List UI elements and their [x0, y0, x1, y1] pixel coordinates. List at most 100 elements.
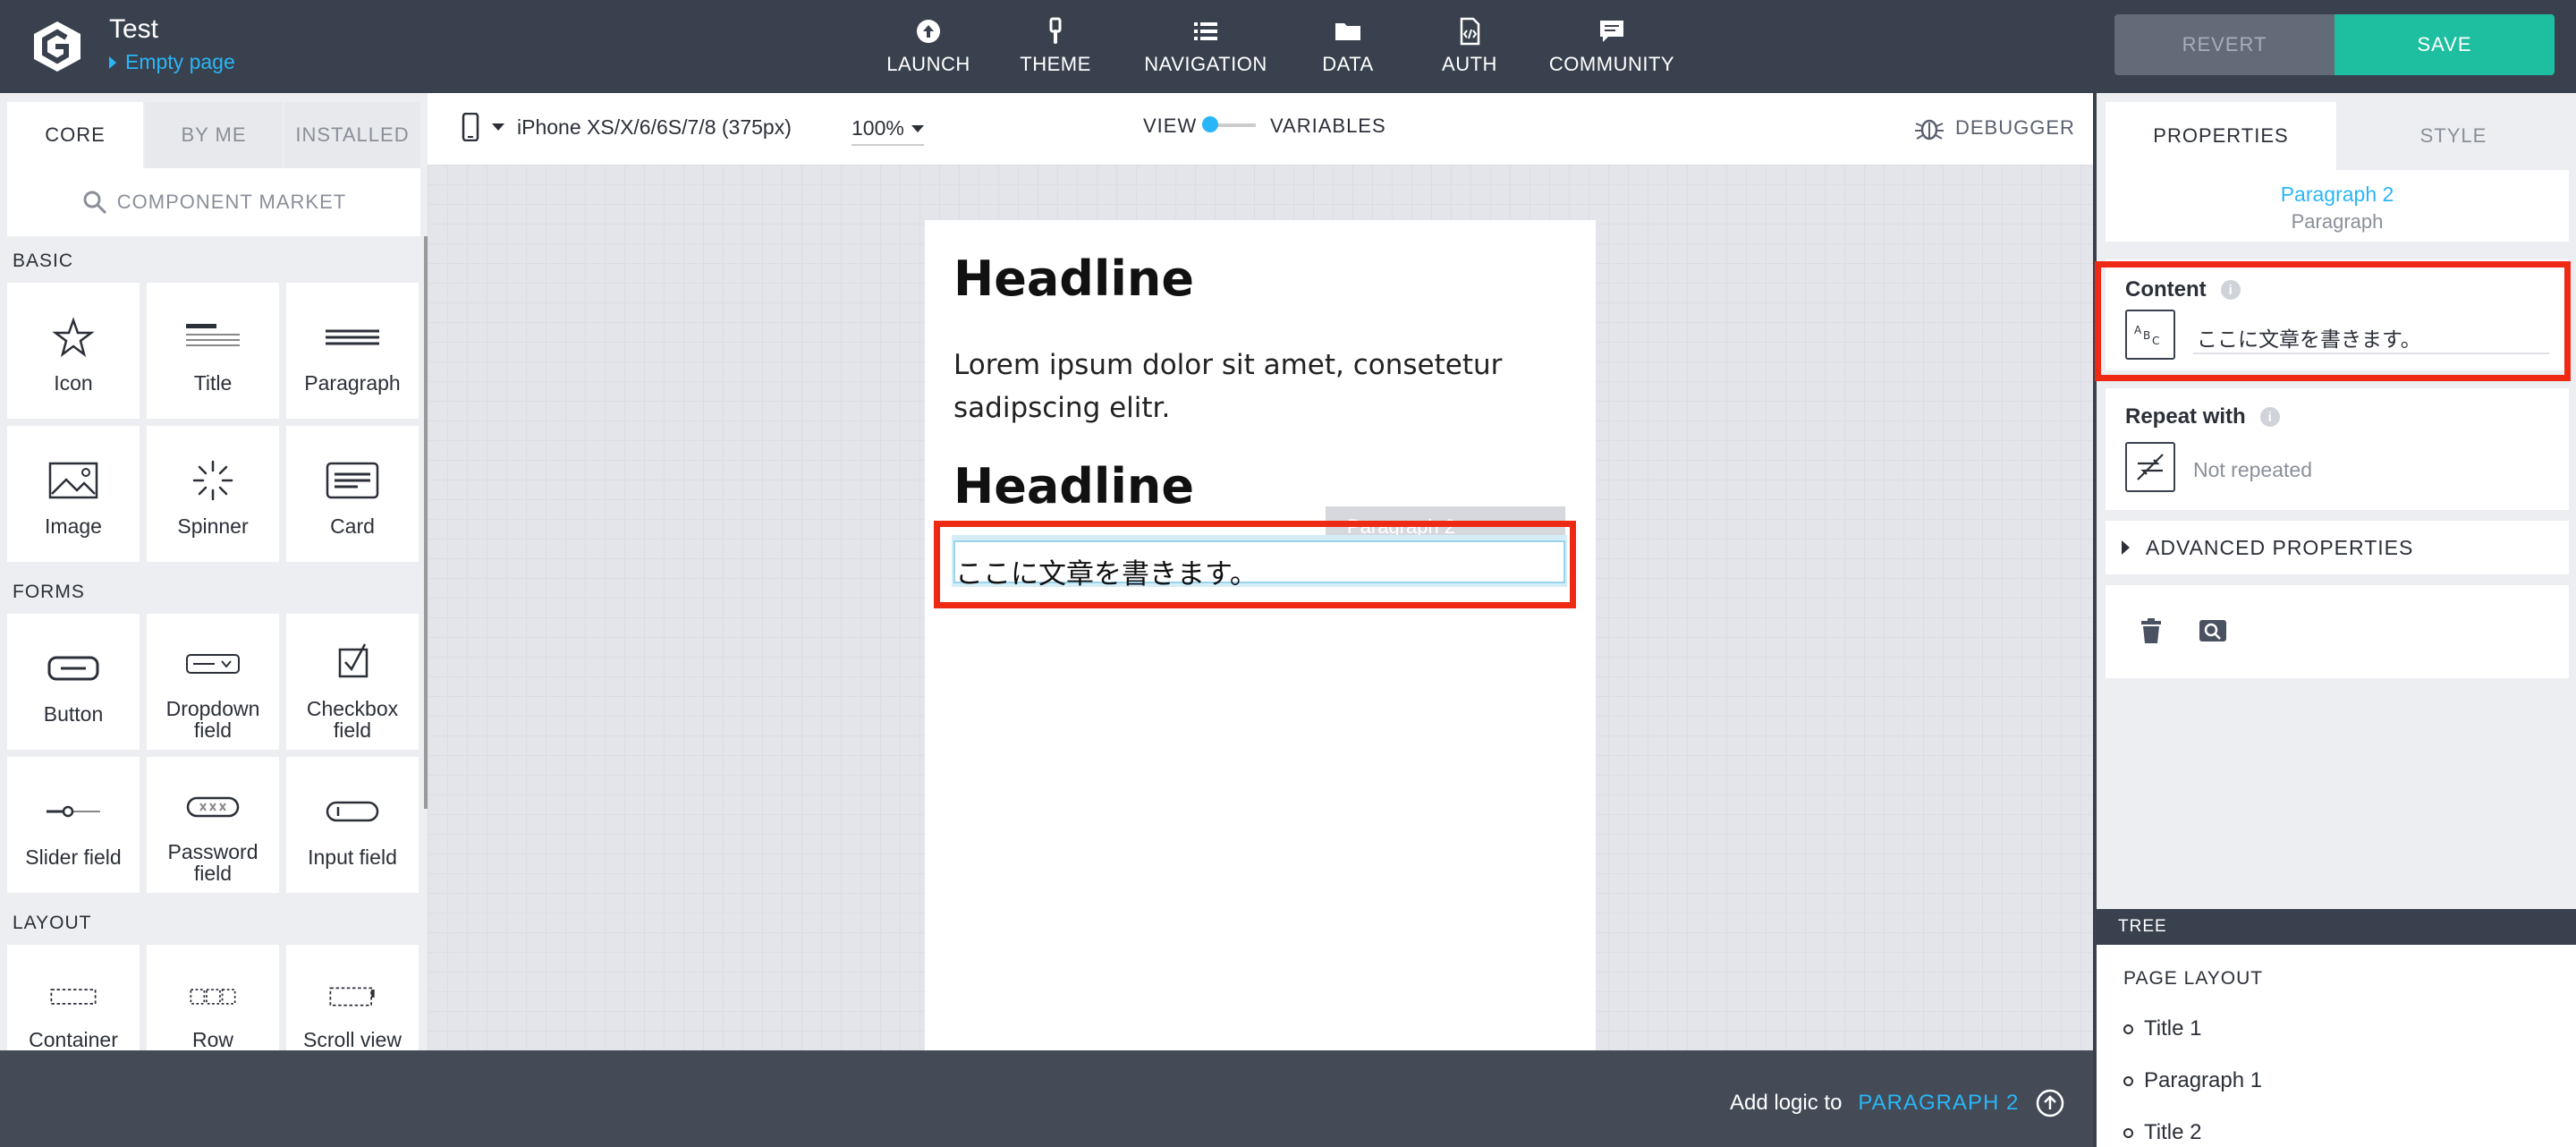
component-paragraph[interactable]: Paragraph [286, 283, 419, 419]
page-selector[interactable]: Empty page [109, 50, 235, 74]
headline-2[interactable]: Headline [953, 458, 1194, 514]
section-basic-title: BASIC [13, 251, 74, 271]
tab-by-me[interactable]: BY ME [145, 102, 283, 168]
component-container-label: Container [29, 1028, 118, 1050]
component-password-label: Password field [167, 840, 258, 885]
tree-item[interactable]: Paragraph 1 [2123, 1068, 2262, 1093]
component-container[interactable]: Container [7, 945, 140, 1050]
phone-preview[interactable]: Headline Lorem ipsum dolor sit amet, con… [925, 220, 1596, 1050]
nav-data-label: DATA [1322, 53, 1374, 75]
component-row-label: Row [191, 1028, 233, 1050]
component-icon[interactable]: Icon [7, 283, 140, 419]
nav-navigation-label: NAVIGATION [1144, 53, 1267, 75]
component-slider[interactable]: Slider field [7, 757, 140, 893]
slider-icon [47, 805, 100, 818]
component-slider-label: Slider field [25, 845, 122, 869]
debugger-label: DEBUGGER [1955, 116, 2075, 139]
component-spinner-label: Spinner [177, 514, 249, 538]
paragraph-1[interactable]: Lorem ipsum dolor sit amet, consetetur s… [953, 344, 1544, 429]
selected-component-name[interactable]: Paragraph 2 [2106, 183, 2569, 207]
component-card-label: Card [330, 514, 375, 538]
arrow-up-circle-icon [2037, 1089, 2064, 1117]
device-label: iPhone XS/X/6/6S/7/8 (375px) [517, 115, 792, 139]
title-icon [186, 324, 240, 346]
tree-item-label: Title 2 [2144, 1120, 2202, 1144]
container-icon [50, 989, 97, 1005]
toggle-knob[interactable] [1202, 116, 1218, 132]
code-file-icon [1460, 17, 1480, 46]
advanced-properties-toggle[interactable]: ADVANCED PROPERTIES [2106, 521, 2569, 574]
nav-theme[interactable]: THEME [980, 0, 1131, 93]
chat-icon [1600, 21, 1623, 42]
main-nav: LAUNCH THEME NAVIGATION DATA AUTH COMMUN… [877, 0, 1699, 93]
component-image-label: Image [45, 514, 102, 538]
add-logic-label: Add logic to [1730, 1091, 1843, 1115]
component-tree: PAGE LAYOUT Title 1 Paragraph 1 Title 2 [2097, 945, 2576, 1147]
component-row[interactable]: Row [147, 945, 279, 1050]
star-icon [52, 317, 95, 358]
inspect-icon[interactable] [2199, 619, 2227, 642]
launch-icon [917, 20, 940, 43]
node-dot-icon [2123, 1127, 2133, 1138]
component-checkbox[interactable]: Checkbox field [286, 614, 419, 750]
tab-style[interactable]: STYLE [2338, 102, 2569, 170]
search-icon [83, 191, 106, 215]
dropdown-icon [186, 654, 240, 674]
headline-1[interactable]: Headline [953, 251, 1194, 307]
view-mode-label[interactable]: VIEW [1143, 115, 1197, 138]
folder-icon [1335, 23, 1360, 40]
tree-page-layout[interactable]: PAGE LAYOUT [2123, 968, 2263, 990]
nav-community[interactable]: COMMUNITY [1524, 0, 1699, 93]
component-password[interactable]: Password field [147, 757, 279, 893]
component-image[interactable]: Image [7, 426, 140, 562]
component-spinner[interactable]: Spinner [147, 426, 279, 562]
tab-properties[interactable]: PROPERTIES [2106, 102, 2336, 170]
component-card[interactable]: Card [286, 426, 419, 562]
caret-right-icon [2122, 540, 2130, 555]
component-button[interactable]: Button [7, 614, 140, 750]
component-actions [2106, 585, 2569, 678]
advanced-properties-label: ADVANCED PROPERTIES [2146, 535, 2414, 559]
nav-navigation[interactable]: NAVIGATION [1131, 0, 1281, 93]
debugger-button[interactable]: DEBUGGER [1914, 115, 2075, 141]
component-scroll-view-label: Scroll view [303, 1028, 402, 1050]
nav-launch[interactable]: LAUNCH [877, 0, 980, 93]
paragraph-icon [326, 329, 379, 345]
app-logo-icon[interactable] [30, 20, 84, 73]
chevron-down-icon [911, 124, 924, 132]
input-icon [326, 801, 379, 822]
tree-item[interactable]: Title 1 [2123, 1016, 2201, 1041]
selected-component-type: Paragraph [2291, 210, 2384, 233]
no-repeat-icon [2137, 454, 2164, 480]
nav-auth[interactable]: AUTH [1415, 0, 1524, 93]
variables-mode-label[interactable]: VARIABLES [1270, 115, 1386, 138]
nav-theme-label: THEME [1020, 53, 1091, 75]
info-icon[interactable]: i [2259, 407, 2280, 427]
component-icon-label: Icon [54, 371, 93, 395]
tree-item[interactable]: Title 2 [2123, 1120, 2201, 1145]
revert-button[interactable]: REVERT [2114, 14, 2334, 75]
zoom-selector[interactable]: 100% [852, 116, 924, 146]
add-logic-button[interactable]: Add logic to PARAGRAPH 2 [1730, 1088, 2065, 1118]
page-name: Empty page [125, 50, 235, 73]
section-layout-title: LAYOUT [13, 913, 92, 933]
component-title[interactable]: Title [147, 283, 279, 419]
save-button[interactable]: SAVE [2334, 14, 2555, 75]
phone-icon [462, 113, 479, 141]
nav-auth-label: AUTH [1442, 53, 1497, 75]
device-selector[interactable]: iPhone XS/X/6/6S/7/8 (375px) [462, 113, 792, 141]
node-dot-icon [2123, 1024, 2133, 1034]
component-dropdown[interactable]: Dropdown field [147, 614, 279, 750]
tab-core[interactable]: CORE [7, 102, 143, 168]
component-market-button[interactable]: COMPONENT MARKET [7, 168, 420, 236]
trash-icon[interactable] [2140, 617, 2163, 644]
repeat-type-icon[interactable] [2125, 442, 2175, 492]
nav-data[interactable]: DATA [1281, 0, 1415, 93]
component-input[interactable]: Input field [286, 757, 419, 893]
component-scroll-view[interactable]: Scroll view [286, 945, 419, 1050]
section-forms-title: FORMS [13, 582, 85, 602]
tab-installed[interactable]: INSTALLED [284, 102, 420, 168]
scroll-view-icon [329, 987, 375, 1007]
component-paragraph-label: Paragraph [304, 371, 401, 395]
repeat-value[interactable]: Not repeated [2193, 458, 2312, 482]
